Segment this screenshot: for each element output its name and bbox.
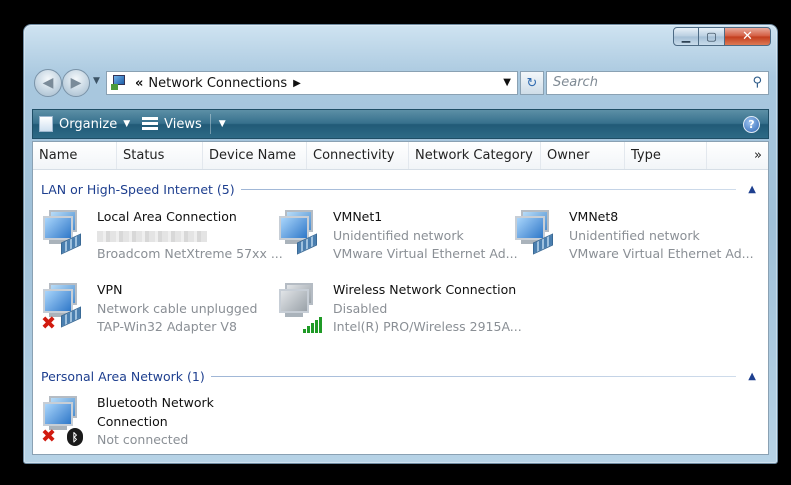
views-label: Views [164, 116, 202, 132]
maximize-icon: ▢ [706, 30, 717, 43]
views-icon [142, 117, 159, 131]
group-divider [210, 375, 737, 377]
disconnected-x-icon: ✖ [41, 313, 57, 334]
organize-icon [39, 116, 53, 132]
group-header-pan[interactable]: Personal Area Network (1) ▲ [41, 367, 756, 385]
connection-device: Intel(R) PRO/Wireless 2915A... [333, 319, 522, 334]
minimize-icon: ▁ [681, 30, 691, 43]
chevron-down-icon: ▼ [123, 119, 131, 129]
connection-device: VMware Virtual Ethernet Ad... [333, 246, 518, 261]
connection-wireless[interactable]: Wireless Network Connection Disabled Int… [277, 281, 522, 343]
search-icon[interactable]: ⚲ [752, 75, 762, 90]
file-list: Name Status Device Name Connectivity Net… [32, 141, 769, 455]
connection-name: Local Area Connection [97, 209, 237, 224]
connection-device: TAP-Win32 Adapter V8 [97, 319, 237, 334]
back-button[interactable]: ◀ [34, 69, 62, 97]
redacted-text [97, 230, 207, 242]
connection-name: Bluetooth Network [97, 395, 214, 410]
address-bar[interactable]: « Network Connections ▶ ▼ [106, 71, 518, 95]
forward-button[interactable]: ▶ [62, 69, 90, 97]
connection-device: Broadcom NetXtreme 57xx ... [97, 246, 283, 261]
wired-network-icon [277, 208, 325, 258]
close-button[interactable]: ✕ [725, 27, 771, 46]
collapse-icon[interactable]: ▲ [748, 371, 756, 382]
connection-vpn[interactable]: ✖ VPN Network cable unplugged TAP-Win32 … [41, 281, 261, 343]
title-bar[interactable]: ▁ ▢ ✕ [24, 25, 777, 59]
column-status[interactable]: Status [117, 142, 203, 169]
close-icon: ✕ [742, 29, 753, 44]
group-divider [240, 188, 737, 190]
explorer-window: ▁ ▢ ✕ ◀ ▶ ▼ « Network Connections ▶ ▼ ↻ … [23, 24, 778, 464]
column-type[interactable]: Type [625, 142, 707, 169]
group-title: Personal Area Network (1) [41, 368, 205, 384]
connection-name: VPN [97, 282, 123, 297]
minimize-button[interactable]: ▁ [673, 27, 699, 46]
connection-status: Not connected [97, 432, 189, 447]
connection-name: VMNet1 [333, 209, 383, 224]
wired-network-icon [41, 208, 89, 258]
help-button[interactable]: ? [743, 116, 760, 133]
search-input[interactable]: Search ⚲ [546, 71, 769, 95]
address-dropdown-icon[interactable]: ▼ [503, 77, 511, 88]
connection-status: Unidentified network [333, 227, 464, 243]
more-columns-button[interactable]: » [754, 148, 762, 163]
organize-label: Organize [59, 116, 118, 132]
connection-bluetooth[interactable]: ✖ ᛒ Bluetooth Network Connection Not con… [41, 394, 261, 454]
group-header-lan[interactable]: LAN or High-Speed Internet (5) ▲ [41, 180, 756, 198]
command-bar: Organize ▼ Views ▼ ? [32, 109, 769, 139]
arrow-left-icon: ◀ [42, 75, 54, 91]
connection-status: Disabled [333, 300, 388, 316]
wired-network-icon: ✖ [41, 281, 89, 334]
column-device-name[interactable]: Device Name [203, 142, 307, 169]
column-header-row: Name Status Device Name Connectivity Net… [33, 142, 768, 170]
connection-local-area[interactable]: Local Area Connection Broadcom NetXtreme… [41, 208, 283, 270]
refresh-button[interactable]: ↻ [520, 71, 544, 95]
column-name[interactable]: Name [33, 142, 117, 169]
breadcrumb-network-connections[interactable]: Network Connections [148, 76, 287, 91]
connection-device: VMware Virtual Ethernet Ad... [569, 246, 754, 261]
help-icon: ? [748, 118, 755, 131]
toolbar-divider [209, 114, 211, 134]
refresh-icon: ↻ [526, 75, 538, 91]
views-dropdown-button[interactable]: ▼ [213, 110, 232, 138]
organize-button[interactable]: Organize ▼ [33, 110, 136, 138]
column-connectivity[interactable]: Connectivity [307, 142, 409, 169]
search-placeholder: Search [553, 75, 598, 90]
disconnected-x-icon: ✖ [41, 426, 57, 447]
connection-status: Network cable unplugged [97, 300, 258, 316]
recent-pages-dropdown[interactable]: ▼ [93, 76, 100, 86]
arrow-right-icon: ▶ [70, 75, 82, 91]
connection-status [97, 227, 287, 246]
navigation-bar: ◀ ▶ ▼ « Network Connections ▶ ▼ ↻ Search… [32, 67, 769, 99]
bluetooth-icon: ᛒ [67, 428, 83, 446]
wired-network-icon: ✖ ᛒ [41, 394, 89, 447]
connection-status: Unidentified network [569, 227, 700, 243]
wireless-network-icon [277, 281, 325, 333]
chevron-down-icon: ▼ [218, 119, 226, 129]
collapse-icon[interactable]: ▲ [748, 184, 756, 195]
connection-name: VMNet8 [569, 209, 619, 224]
connection-name-line2: Connection [97, 413, 168, 429]
column-owner[interactable]: Owner [541, 142, 625, 169]
breadcrumb-overflow[interactable]: « [135, 76, 143, 91]
group-title: LAN or High-Speed Internet (5) [41, 181, 235, 197]
column-network-category[interactable]: Network Category [409, 142, 541, 169]
views-button[interactable]: Views [136, 110, 208, 138]
caption-buttons: ▁ ▢ ✕ [673, 27, 771, 46]
connection-name: Wireless Network Connection [333, 282, 517, 297]
network-connections-icon [111, 75, 129, 91]
wired-network-icon [513, 208, 561, 258]
connection-vmnet8[interactable]: VMNet8 Unidentified network VMware Virtu… [513, 208, 763, 270]
signal-bars-icon [303, 317, 325, 333]
connection-vmnet1[interactable]: VMNet1 Unidentified network VMware Virtu… [277, 208, 518, 270]
breadcrumb-arrow-icon[interactable]: ▶ [293, 78, 301, 89]
maximize-button[interactable]: ▢ [699, 27, 725, 46]
